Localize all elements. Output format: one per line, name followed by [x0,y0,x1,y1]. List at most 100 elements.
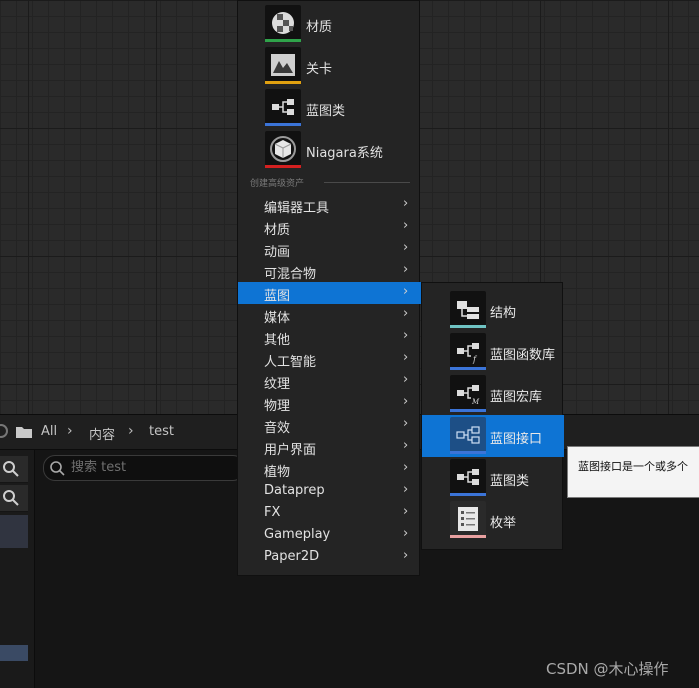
submenu-item-blueprint-interface[interactable]: 蓝图接口 [422,415,564,457]
category-label: 音效 [264,421,291,436]
asset-color-bar [265,123,301,126]
category-sounds[interactable]: 音效 › [238,414,421,436]
asset-label: 关卡 [306,62,333,77]
collection-search-button[interactable] [0,485,28,512]
category-label: 蓝图 [264,289,291,304]
breadcrumb-separator-icon[interactable]: › [67,423,73,439]
category-label: 可混合物 [264,267,317,282]
material-sphere-icon [265,5,301,41]
category-animation[interactable]: 动画 › [238,238,421,260]
advanced-assets-header: 创建高级资产 [250,179,305,189]
svg-text:M: M [471,398,480,406]
chevron-right-icon: › [403,218,409,233]
asset-color-bar [265,81,301,84]
category-foliage[interactable]: 植物 › [238,458,421,480]
submenu-item-enum[interactable]: 枚举 [422,499,564,541]
category-physics[interactable]: 物理 › [238,392,421,414]
submenu-item-function-library[interactable]: f 蓝图函数库 [422,331,564,373]
category-materials[interactable]: 材质 › [238,216,421,238]
category-user-interface[interactable]: 用户界面 › [238,436,421,458]
category-other[interactable]: 其他 › [238,326,421,348]
category-label: 物理 [264,399,291,414]
enum-list-icon [450,501,486,537]
asset-color-bar [450,451,486,454]
chevron-right-icon: › [403,328,409,343]
category-label: 编辑器工具 [264,201,330,216]
chevron-right-icon: › [403,460,409,475]
chevron-right-icon: › [403,196,409,211]
submenu-label: 蓝图接口 [490,432,543,447]
function-library-icon: f [450,333,486,369]
category-label: 动画 [264,245,291,260]
submenu-label: 蓝图类 [490,474,530,489]
category-gameplay[interactable]: Gameplay › [238,524,421,546]
asset-label: 蓝图类 [306,104,346,119]
category-label: Dataprep [264,483,325,498]
breadcrumb-separator-icon[interactable]: › [128,423,134,439]
category-label: 其他 [264,333,291,348]
asset-item-level[interactable]: 关卡 [238,45,421,87]
asset-item-niagara-system[interactable]: Niagara系统 [238,129,421,171]
chevron-right-icon: › [403,394,409,409]
category-label: 材质 [264,223,291,238]
asset-color-bar [450,367,486,370]
source-search-button[interactable] [0,456,28,483]
submenu-item-blueprint-class[interactable]: 蓝图类 [422,457,564,499]
add-asset-menu: 材质 关卡 蓝图类 Niagara系统 创建高级资产 编辑器工具 › 材质 › … [237,0,421,576]
category-blendables[interactable]: 可混合物 › [238,260,421,282]
asset-color-bar [450,535,486,538]
chevron-right-icon: › [403,350,409,365]
chevron-right-icon: › [403,504,409,519]
asset-label: 材质 [306,20,333,35]
sources-panel [0,450,35,688]
category-textures[interactable]: 纹理 › [238,370,421,392]
category-media[interactable]: 媒体 › [238,304,421,326]
chevron-right-icon: › [403,416,409,431]
blueprint-class-icon [450,459,486,495]
category-label: Paper2D [264,549,320,564]
macro-library-icon: M [450,375,486,411]
interface-icon [450,417,486,453]
asset-color-bar [450,325,486,328]
blueprint-class-icon [265,89,301,125]
category-fx[interactable]: FX › [238,502,421,524]
asset-item-blueprint-class[interactable]: 蓝图类 [238,87,421,129]
category-label: 媒体 [264,311,291,326]
category-blueprint[interactable]: 蓝图 › [238,282,421,304]
folder-icon [16,427,32,438]
selected-folder-row[interactable] [0,515,28,548]
chevron-right-icon: › [403,548,409,563]
submenu-label: 蓝图函数库 [490,348,556,363]
category-label: 植物 [264,465,291,480]
asset-color-bar [265,165,301,168]
asset-item-material[interactable]: 材质 [238,3,421,45]
submenu-label: 蓝图宏库 [490,390,543,405]
niagara-cube-icon [265,131,301,167]
asset-search-box[interactable] [43,455,245,481]
category-editor-tools[interactable]: 编辑器工具 › [238,194,421,216]
breadcrumb-content[interactable]: 内容 [89,424,115,443]
section-divider [324,182,410,183]
category-ai[interactable]: 人工智能 › [238,348,421,370]
submenu-item-macro-library[interactable]: M 蓝图宏库 [422,373,564,415]
history-icon[interactable] [0,424,8,438]
chevron-right-icon: › [403,482,409,497]
submenu-label: 枚举 [490,516,517,531]
category-paper2d[interactable]: Paper2D › [238,546,421,568]
breadcrumb-all[interactable]: All [41,424,57,439]
chevron-right-icon: › [403,262,409,277]
watermark: CSDN @木心操作 [546,660,669,678]
breadcrumb-test[interactable]: test [149,424,174,439]
tooltip-text: 蓝图接口是一个或多个 [578,460,688,473]
asset-label: Niagara系统 [306,146,383,161]
chevron-right-icon: › [403,438,409,453]
category-label: 纹理 [264,377,291,392]
category-label: FX [264,505,281,520]
asset-color-bar [450,493,486,496]
submenu-item-struct[interactable]: 结构 [422,289,564,331]
category-dataprep[interactable]: Dataprep › [238,480,421,502]
chevron-right-icon: › [403,240,409,255]
asset-color-bar [265,39,301,42]
asset-search-input[interactable] [71,458,236,476]
selected-collection-row[interactable] [0,645,28,661]
